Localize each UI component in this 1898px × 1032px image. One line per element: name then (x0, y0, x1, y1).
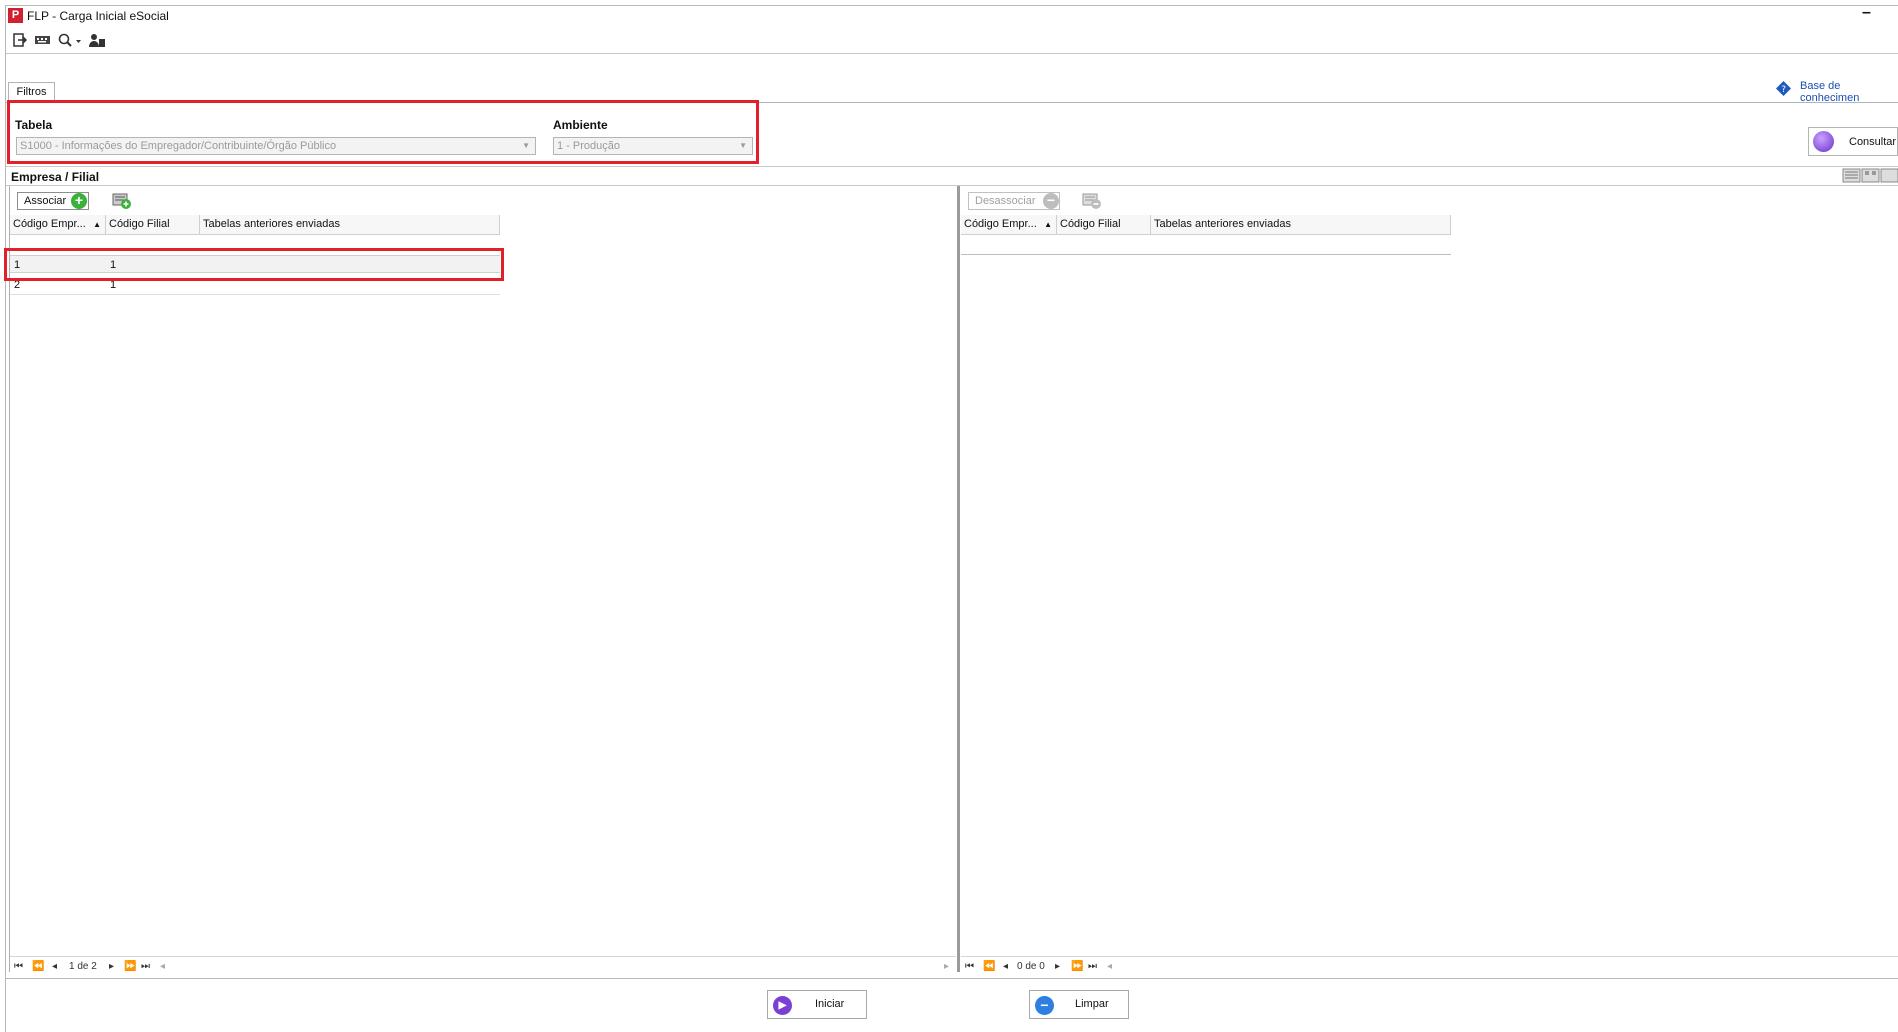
first-page-icon[interactable]: ⏮ (965, 960, 974, 974)
first-page-icon[interactable]: ⏮ (14, 960, 23, 974)
knowledge-base-icon[interactable]: ? (1776, 81, 1791, 96)
associar-button-label: Associar (24, 195, 67, 207)
knowledge-base-link[interactable]: Base de conhecimen (1800, 80, 1898, 104)
play-icon: ▶ (773, 996, 792, 1015)
column-header-filial[interactable]: Código Filial (1057, 215, 1151, 234)
left-panel-border (9, 186, 10, 972)
next-fast-icon[interactable]: ⏩ (124, 960, 136, 974)
minimize-button[interactable]: – (1862, 4, 1871, 22)
user-icon[interactable] (88, 32, 106, 48)
row-highlight-box (4, 248, 504, 281)
remove-all-icon[interactable] (1082, 192, 1102, 213)
panel-splitter[interactable] (957, 186, 960, 972)
right-grid-header: Código Empr... ▲ Código Filial Tabelas an… (961, 215, 1451, 235)
section-title: Empresa / Filial (11, 170, 100, 184)
limpar-button[interactable]: − Limpar (1029, 990, 1129, 1019)
search-icon (1813, 131, 1834, 152)
section-divider (6, 166, 1898, 167)
next-page-icon[interactable]: ▸ (1055, 960, 1060, 974)
consultar-button-label: Consultar (1849, 136, 1897, 148)
keyboard-icon[interactable] (34, 32, 52, 48)
column-header-empresa[interactable]: Código Empr... ▲ (10, 215, 106, 234)
search-dropdown-icon[interactable] (57, 32, 83, 48)
scroll-left-icon[interactable]: ◂ (160, 960, 165, 974)
window-title: FLP - Carga Inicial eSocial (27, 9, 169, 23)
right-pager: ⏮ ⏪ ◂ 0 de 0 ▸ ⏩ ⏭ ◂ (965, 960, 1895, 974)
view-mode-icons[interactable] (1842, 167, 1898, 184)
sort-asc-icon: ▲ (93, 220, 101, 229)
title-bar (6, 6, 1898, 28)
remove-icon: − (1043, 193, 1059, 209)
scroll-right-icon[interactable]: ▸ (944, 960, 949, 974)
last-page-icon[interactable]: ⏭ (1088, 960, 1097, 974)
section-divider-bottom (6, 185, 1898, 186)
desassociar-button-label: Desassociar (975, 195, 1036, 207)
sort-asc-icon: ▲ (1044, 220, 1052, 229)
app-logo-icon: P (8, 8, 23, 23)
next-page-icon[interactable]: ▸ (109, 960, 114, 974)
right-grid-empty-line (961, 254, 1451, 255)
minus-icon: − (1035, 996, 1054, 1015)
prev-page-icon[interactable]: ◂ (1003, 960, 1008, 974)
next-fast-icon[interactable]: ⏩ (1071, 960, 1083, 974)
footer-divider (6, 978, 1898, 979)
iniciar-button-label: Iniciar (815, 998, 845, 1010)
column-header-tabelas[interactable]: Tabelas anteriores enviadas (200, 215, 500, 234)
prev-fast-icon[interactable]: ⏪ (32, 960, 44, 974)
page-indicator: 1 de 2 (69, 961, 97, 972)
add-icon: + (71, 193, 87, 209)
prev-page-icon[interactable]: ◂ (52, 960, 57, 974)
add-all-icon[interactable] (112, 192, 132, 213)
iniciar-button[interactable]: ▶ Iniciar (767, 990, 867, 1019)
last-page-icon[interactable]: ⏭ (141, 960, 150, 974)
right-pager-divider (961, 956, 1898, 957)
svg-text:?: ? (1781, 85, 1786, 95)
page-indicator: 0 de 0 (1017, 961, 1045, 972)
filters-highlight-box (7, 100, 759, 164)
exit-icon[interactable] (12, 32, 28, 48)
limpar-button-label: Limpar (1075, 998, 1109, 1010)
column-header-tabelas[interactable]: Tabelas anteriores enviadas (1151, 215, 1451, 234)
left-pager: ⏮ ⏪ ◂ 1 de 2 ▸ ⏩ ⏭ ◂ ▸ (14, 960, 954, 974)
tab-filtros[interactable]: Filtros (8, 82, 55, 102)
scroll-left-icon[interactable]: ◂ (1107, 960, 1112, 974)
toolbar (6, 29, 1898, 54)
column-header-empresa[interactable]: Código Empr... ▲ (961, 215, 1057, 234)
left-grid-header: Código Empr... ▲ Código Filial Tabelas an… (10, 215, 500, 235)
left-pager-divider (10, 956, 956, 957)
column-header-filial[interactable]: Código Filial (106, 215, 200, 234)
prev-fast-icon[interactable]: ⏪ (983, 960, 995, 974)
